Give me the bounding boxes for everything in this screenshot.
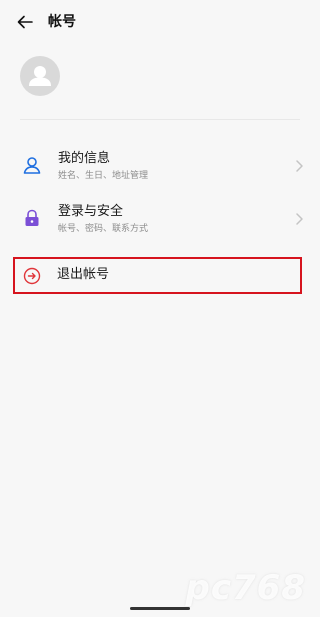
chevron-right-icon xyxy=(294,211,304,225)
menu-item-subtitle: 帐号、密码、联系方式 xyxy=(58,224,149,234)
default-avatar-icon xyxy=(29,66,51,86)
menu-item-label: 我的信息 xyxy=(58,151,111,166)
logout-button[interactable]: 退出帐号 xyxy=(13,257,302,294)
logout-label: 退出帐号 xyxy=(57,267,110,282)
menu-item-label: 登录与安全 xyxy=(58,204,124,219)
person-icon xyxy=(22,155,42,175)
lock-icon xyxy=(22,208,42,228)
page-title: 帐号 xyxy=(48,14,76,30)
menu-item-login-security[interactable]: 登录与安全 帐号、密码、联系方式 xyxy=(0,197,320,243)
chevron-right-icon xyxy=(294,158,304,172)
home-indicator[interactable] xyxy=(130,607,190,610)
divider xyxy=(20,119,300,120)
watermark: pc768 xyxy=(185,568,306,608)
logout-arrow-icon xyxy=(23,267,41,285)
menu-item-my-info[interactable]: 我的信息 姓名、生日、地址管理 xyxy=(0,144,320,190)
avatar[interactable] xyxy=(20,56,60,96)
back-button[interactable] xyxy=(14,12,36,32)
top-bar: 帐号 xyxy=(0,0,320,44)
arrow-left-icon xyxy=(17,15,33,29)
menu-item-subtitle: 姓名、生日、地址管理 xyxy=(58,171,149,181)
